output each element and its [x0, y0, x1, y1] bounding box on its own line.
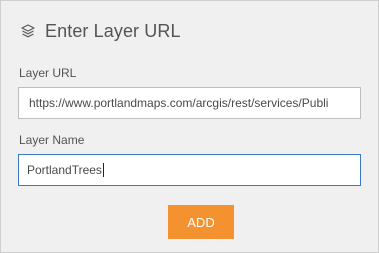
panel-header: Enter Layer URL	[19, 20, 181, 42]
layer-name-value: PortlandTrees	[27, 163, 102, 177]
page-title: Enter Layer URL	[45, 20, 181, 41]
enter-layer-url-panel: Enter Layer URL Layer URL https://www.po…	[0, 0, 379, 253]
layer-url-label: Layer URL	[19, 66, 77, 80]
layer-name-input[interactable]: PortlandTrees	[18, 154, 361, 186]
layers-icon	[19, 22, 37, 40]
layer-name-label: Layer Name	[19, 133, 85, 147]
layer-url-value: https://www.portlandmaps.com/arcgis/rest…	[29, 96, 329, 110]
add-button[interactable]: ADD	[168, 205, 234, 239]
text-caret	[102, 163, 104, 177]
layer-url-input[interactable]: https://www.portlandmaps.com/arcgis/rest…	[18, 87, 361, 119]
